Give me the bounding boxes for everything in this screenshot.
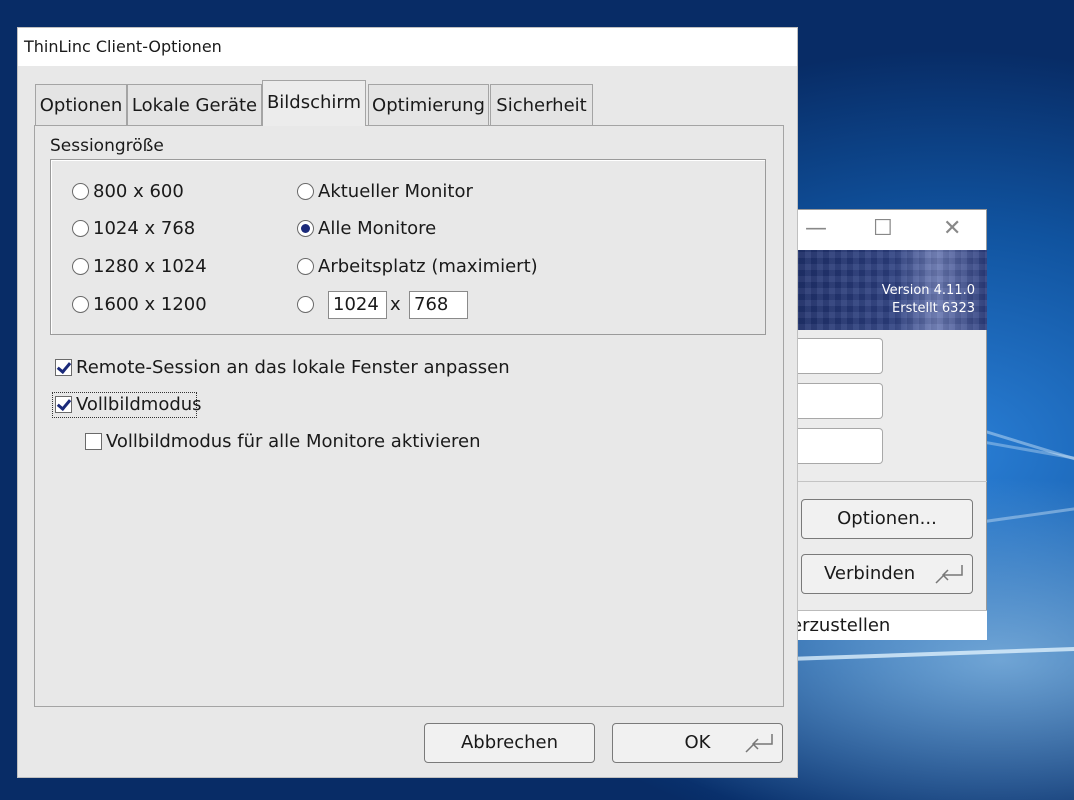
dialog-title: ThinLinc Client-Optionen <box>18 28 797 66</box>
radio-label: 800 x 600 <box>93 181 184 202</box>
cancel-button[interactable]: Abbrechen <box>424 723 595 763</box>
tab-optionen[interactable]: Optionen <box>35 84 127 126</box>
tab-optimierung[interactable]: Optimierung <box>368 84 489 126</box>
size-separator: x <box>390 294 401 315</box>
light-beam <box>759 646 1074 662</box>
ok-button[interactable]: OK <box>612 723 783 763</box>
custom-width-input[interactable]: 1024 <box>328 291 387 319</box>
minimize-icon[interactable]: — <box>805 216 827 241</box>
status-bar: erzustellen <box>781 610 987 640</box>
radio-aktueller-monitor[interactable] <box>297 183 314 200</box>
radio-label: Arbeitsplatz (maximiert) <box>318 256 538 277</box>
radio-alle-monitore[interactable] <box>297 220 314 237</box>
radio-custom-size[interactable] <box>297 296 314 313</box>
checkbox-fullscreen-all-monitors[interactable] <box>85 433 102 450</box>
version-label: Version 4.11.0 <box>881 283 975 298</box>
client-banner: Version 4.11.0 Erstellt 6323 <box>781 250 987 330</box>
options-button[interactable]: Optionen... <box>801 499 973 539</box>
checkbox-label: Vollbildmodus für alle Monitore aktivier… <box>106 431 481 452</box>
build-label: Erstellt 6323 <box>892 301 975 316</box>
connect-button[interactable]: Verbinden <box>801 554 973 594</box>
checkbox-vollbildmodus[interactable] <box>55 396 72 413</box>
close-icon[interactable]: ✕ <box>943 216 961 241</box>
ok-button-label: OK <box>684 732 711 753</box>
tab-bildschirm[interactable]: Bildschirm <box>262 80 366 126</box>
tab-sicherheit[interactable]: Sicherheit <box>490 84 593 126</box>
radio-800x600[interactable] <box>72 183 89 200</box>
custom-height-input[interactable]: 768 <box>409 291 468 319</box>
radio-label: 1024 x 768 <box>93 218 196 239</box>
thinlinc-client-window[interactable]: — ☐ ✕ Version 4.11.0 Erstellt 6323 Optio… <box>780 209 987 640</box>
checkbox-label: Remote-Session an das lokale Fenster anp… <box>76 357 510 378</box>
options-dialog: ThinLinc Client-Optionen Optionen Lokale… <box>17 27 798 778</box>
checkbox-label: Vollbildmodus <box>76 394 202 415</box>
radio-label: 1280 x 1024 <box>93 256 207 277</box>
connect-button-label: Verbinden <box>824 563 916 584</box>
radio-1024x768[interactable] <box>72 220 89 237</box>
checkbox-fit-remote-session[interactable] <box>55 359 72 376</box>
radio-arbeitsplatz-maximiert[interactable] <box>297 258 314 275</box>
client-titlebar: — ☐ ✕ <box>781 210 986 250</box>
session-size-label: Sessiongröße <box>50 136 164 156</box>
radio-1600x1200[interactable] <box>72 296 89 313</box>
tab-lokale-geraete[interactable]: Lokale Geräte <box>127 84 262 126</box>
radio-label: Aktueller Monitor <box>318 181 473 202</box>
enter-key-icon <box>935 565 963 584</box>
enter-key-icon <box>745 734 773 753</box>
radio-label: 1600 x 1200 <box>93 294 207 315</box>
divider <box>781 481 987 482</box>
radio-label: Alle Monitore <box>318 218 437 239</box>
radio-1280x1024[interactable] <box>72 258 89 275</box>
maximize-icon[interactable]: ☐ <box>873 216 893 241</box>
